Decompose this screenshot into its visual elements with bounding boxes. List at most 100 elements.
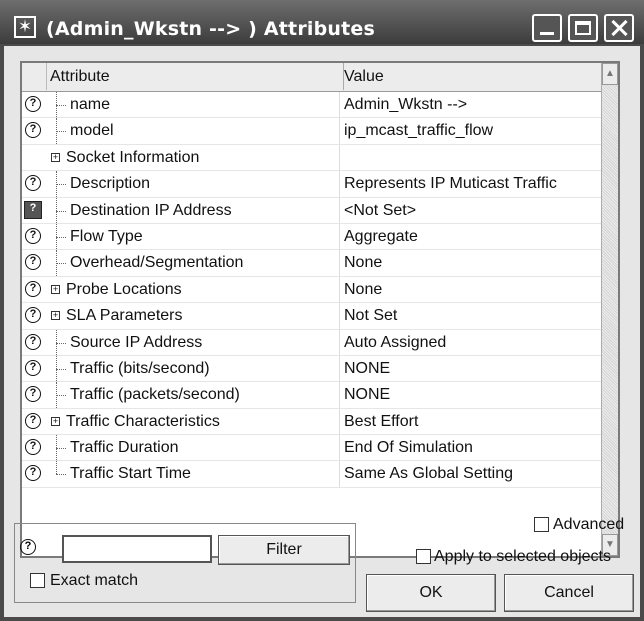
table-row[interactable]: ? + Probe Locations None [22, 276, 604, 304]
row-attribute: Traffic (packets/second) [70, 386, 240, 404]
tree-connector [56, 382, 68, 408]
row-value[interactable]: Auto Assigned [344, 334, 446, 352]
row-attribute: Probe Locations [66, 280, 182, 298]
table-row[interactable]: ? model ip_mcast_traffic_flow [22, 118, 604, 145]
expand-plus-icon[interactable]: + [51, 416, 60, 426]
advanced-label: Advanced [553, 516, 625, 533]
tree-connector [56, 355, 68, 382]
tree-connector [56, 197, 68, 223]
table-row[interactable]: ? Destination IP Address <Not Set> [22, 197, 604, 224]
attributes-dialog: ✶ (Admin_Wkstn --> ) Attributes Attribut… [0, 0, 644, 621]
apply-to-selected-label: Apply to selected objects [434, 548, 611, 565]
scroll-up-button[interactable]: ▲ [602, 63, 618, 85]
help-icon[interactable]: ? [25, 96, 41, 112]
row-value[interactable]: Same As Global Setting [344, 465, 513, 483]
table-row[interactable]: ? Overhead/Segmentation None [22, 250, 604, 277]
table-row[interactable]: ? name Admin_Wkstn --> [22, 92, 604, 119]
row-attribute: Traffic (bits/second) [70, 359, 210, 377]
help-icon[interactable]: ? [25, 412, 41, 429]
ok-button-label: OK [419, 584, 443, 601]
dialog-body: Attribute Value ? name Admin_Wkstn -->? mod… [4, 46, 640, 617]
row-value[interactable]: <Not Set> [344, 202, 416, 220]
maximize-button[interactable] [568, 14, 598, 42]
table-row[interactable]: ? Flow Type Aggregate [22, 223, 604, 251]
help-icon[interactable]: ? [25, 307, 41, 324]
minimize-button[interactable] [532, 14, 562, 42]
row-attribute: Socket Information [66, 148, 200, 166]
help-icon[interactable]: ? [25, 386, 41, 403]
exact-match-checkbox[interactable] [30, 573, 45, 588]
row-value[interactable]: End Of Simulation [344, 439, 473, 457]
row-value[interactable]: NONE [344, 386, 390, 404]
cancel-button[interactable]: Cancel [504, 574, 634, 612]
row-attribute: Flow Type [70, 227, 143, 245]
filter-input[interactable] [62, 535, 212, 563]
tree-connector [56, 223, 68, 250]
grid-header: Attribute Value [22, 63, 604, 92]
grid-rows: ? name Admin_Wkstn -->? model ip_mcast_traff… [22, 92, 604, 488]
help-icon[interactable]: ? [25, 333, 41, 350]
help-icon[interactable]: ? [25, 439, 41, 456]
help-icon[interactable]: ? [25, 359, 41, 376]
help-icon[interactable]: ? [25, 122, 41, 139]
row-value[interactable]: None [344, 281, 382, 299]
row-value[interactable]: Best Effort [344, 413, 418, 431]
row-attribute: Source IP Address [70, 333, 203, 351]
table-row[interactable]: ? Source IP Address Auto Assigned [22, 329, 604, 356]
table-row[interactable]: ? + SLA Parameters Not Set [22, 303, 604, 330]
advanced-checkbox[interactable] [534, 517, 549, 532]
tree-connector [56, 92, 68, 118]
row-value[interactable]: Admin_Wkstn --> [344, 96, 467, 114]
exact-match-label: Exact match [50, 572, 139, 589]
row-attribute: Overhead/Segmentation [70, 254, 244, 272]
expand-plus-icon[interactable]: + [51, 284, 60, 294]
row-value[interactable]: ip_mcast_traffic_flow [344, 122, 493, 140]
table-row[interactable]: ? Description Represents IP Muticast Traff… [22, 171, 604, 198]
row-value[interactable]: Represents IP Muticast Traffic [344, 175, 557, 193]
row-attribute: Destination IP Address [70, 201, 232, 219]
header-attribute[interactable]: Attribute [46, 63, 344, 90]
expand-plus-icon[interactable]: + [51, 152, 60, 162]
help-icon[interactable]: ? [25, 227, 41, 244]
row-value[interactable]: Not Set [344, 307, 397, 325]
help-icon[interactable]: ? [25, 280, 41, 297]
vertical-scrollbar[interactable]: ▲ ▼ [601, 63, 618, 556]
help-icon[interactable]: ? [20, 539, 36, 555]
table-row[interactable]: ? + Traffic Characteristics Best Effort [22, 408, 604, 436]
tree-connector [56, 171, 68, 197]
row-attribute: SLA Parameters [66, 307, 183, 325]
help-icon[interactable]: ? [24, 200, 42, 219]
close-button[interactable] [604, 14, 634, 42]
cancel-button-label: Cancel [544, 584, 594, 601]
apply-to-selected-checkbox[interactable] [416, 549, 431, 564]
table-row[interactable]: + Socket Information [22, 144, 604, 172]
expand-plus-icon[interactable]: + [51, 311, 60, 321]
row-value[interactable]: NONE [344, 360, 390, 378]
row-value[interactable]: None [344, 254, 382, 272]
tree-connector [56, 118, 68, 144]
help-icon[interactable]: ? [25, 175, 41, 192]
row-attribute: Traffic Duration [70, 439, 179, 457]
row-attribute: Description [70, 175, 151, 193]
filter-button[interactable]: Filter [218, 535, 350, 565]
header-help-column [22, 63, 47, 90]
row-attribute: name [70, 96, 111, 113]
row-value[interactable]: Aggregate [344, 228, 418, 246]
row-attribute: model [70, 122, 114, 140]
ok-button[interactable]: OK [366, 574, 496, 612]
table-row[interactable]: ? Traffic Start Time Same As Global Settin… [22, 461, 604, 488]
help-icon[interactable]: ? [25, 254, 41, 271]
table-row[interactable]: ? Traffic (bits/second) NONE [22, 355, 604, 383]
help-icon[interactable]: ? [25, 465, 41, 482]
system-menu-icon[interactable]: ✶ [14, 16, 36, 38]
window-title: (Admin_Wkstn --> ) Attributes [46, 18, 376, 40]
title-bar[interactable]: ✶ (Admin_Wkstn --> ) Attributes [0, 0, 644, 44]
tree-connector [56, 435, 68, 461]
header-value[interactable]: Value [340, 63, 384, 90]
tree-connector [56, 250, 68, 276]
table-row[interactable]: ? Traffic Duration End Of Simulation [22, 435, 604, 462]
row-attribute: Traffic Characteristics [66, 412, 220, 430]
tree-connector [56, 461, 68, 486]
table-row[interactable]: ? Traffic (packets/second) NONE [22, 382, 604, 409]
tree-connector [56, 329, 68, 355]
